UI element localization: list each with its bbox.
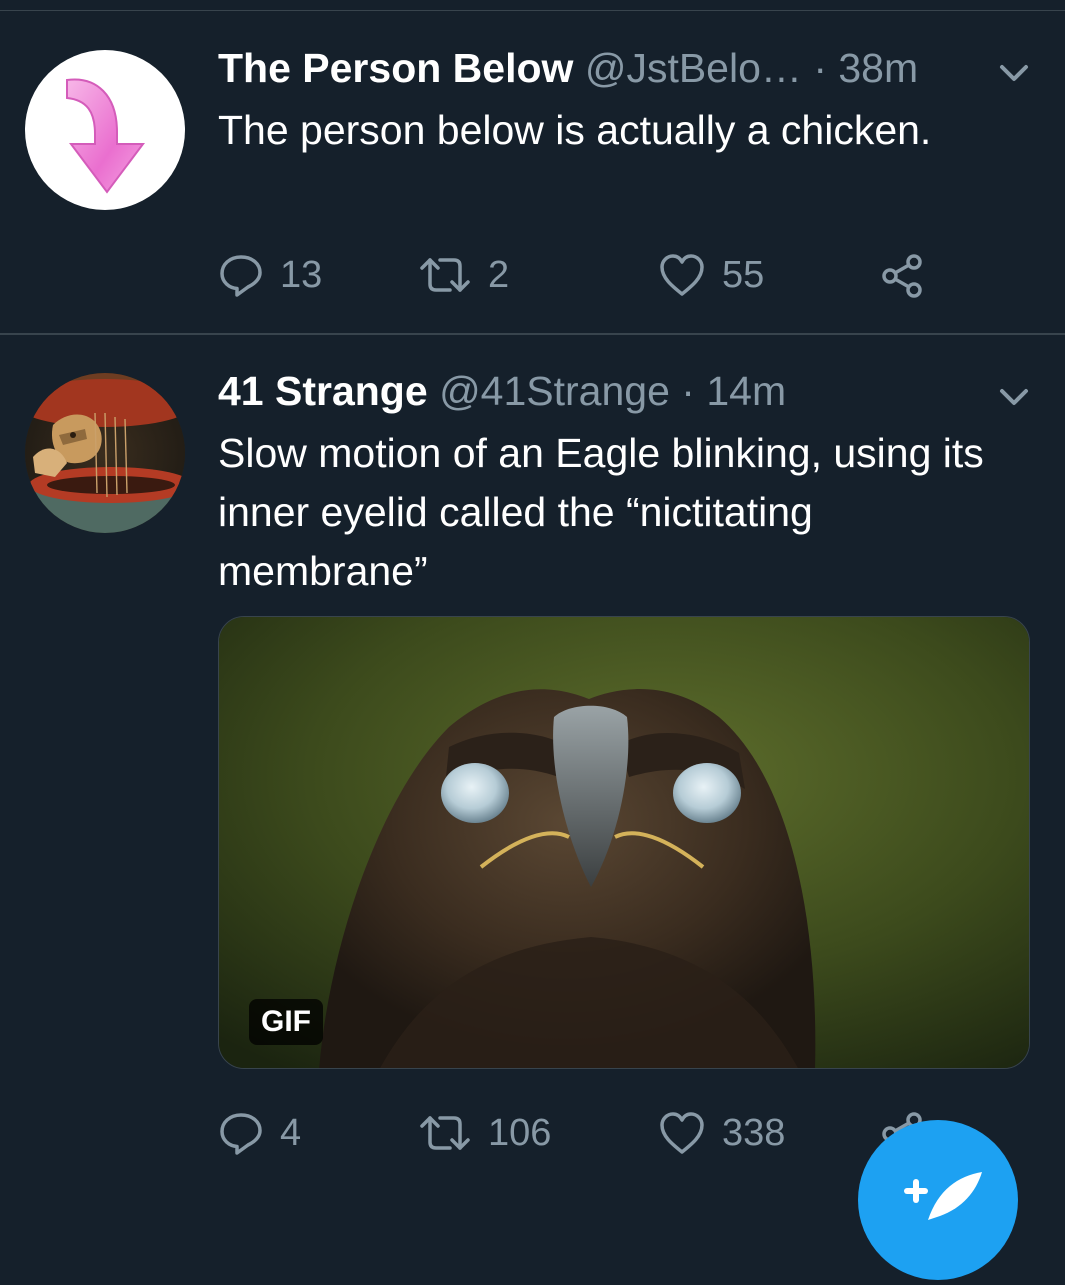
display-name[interactable]: The Person Below	[218, 45, 573, 91]
handle[interactable]: @JstBelo…	[585, 45, 802, 91]
painting-avatar-icon	[25, 373, 185, 533]
compose-button[interactable]	[858, 1120, 1018, 1280]
avatar[interactable]	[25, 50, 185, 210]
share-icon	[882, 254, 922, 298]
retweet-button[interactable]: 2	[418, 250, 509, 300]
eagle-gif-image	[219, 617, 1029, 1068]
reply-count: 13	[280, 253, 323, 296]
like-button[interactable]: 338	[658, 1108, 785, 1158]
reply-count: 4	[280, 1111, 302, 1154]
timestamp[interactable]: · 38m	[813, 45, 918, 91]
handle[interactable]: @41Strange	[439, 368, 670, 414]
chevron-down-icon[interactable]	[997, 385, 1031, 409]
tweet-header: 41 Strange @41Strange · 14m	[218, 367, 786, 415]
retweet-count: 2	[488, 253, 510, 296]
like-icon	[660, 254, 704, 296]
display-name[interactable]: 41 Strange	[218, 368, 428, 414]
share-button[interactable]	[878, 250, 926, 300]
tweet-text: The person below is actually a chicken.	[218, 107, 932, 153]
tweet-header: The Person Below @JstBelo… · 38m	[218, 44, 918, 92]
gif-media[interactable]: GIF	[218, 616, 1030, 1069]
retweet-button[interactable]: 106	[418, 1108, 551, 1158]
tweet-2[interactable]: 41 Strange @41Strange · 14m Slow motion …	[0, 335, 1065, 1200]
reply-icon	[220, 255, 262, 297]
tweet-1[interactable]: The Person Below @JstBelo… · 38m The per…	[0, 0, 1065, 335]
avatar[interactable]	[25, 373, 185, 533]
timestamp[interactable]: · 14m	[681, 368, 786, 414]
gif-badge: GIF	[249, 999, 323, 1045]
like-button[interactable]: 55	[658, 250, 764, 300]
reply-button[interactable]: 4	[218, 1108, 301, 1158]
like-count: 338	[722, 1111, 786, 1154]
chevron-down-icon[interactable]	[997, 61, 1031, 85]
compose-icon	[904, 1172, 982, 1220]
reply-icon	[220, 1113, 262, 1155]
retweet-icon	[420, 258, 470, 292]
tweet-text: Slow motion of an Eagle blinking, using …	[218, 430, 984, 594]
reply-button[interactable]: 13	[218, 250, 322, 300]
like-count: 55	[722, 253, 765, 296]
like-icon	[660, 1112, 704, 1154]
retweet-count: 106	[488, 1111, 552, 1154]
retweet-icon	[420, 1116, 470, 1150]
pink-down-arrow-icon	[66, 78, 145, 194]
